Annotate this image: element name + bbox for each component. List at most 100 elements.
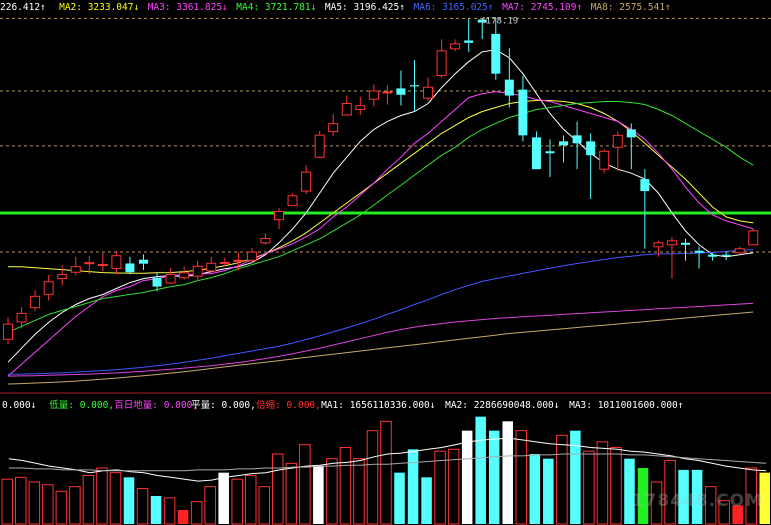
candle-body xyxy=(192,265,203,277)
volume-bar xyxy=(28,481,41,525)
volume-bar xyxy=(353,458,365,525)
candle-body xyxy=(518,89,528,136)
candle-body xyxy=(206,262,217,272)
volume-bar xyxy=(610,446,622,525)
candle-body xyxy=(734,248,745,254)
volume-bar xyxy=(299,444,311,525)
candle-body xyxy=(423,86,434,99)
volume-bar xyxy=(163,497,176,525)
candle-body xyxy=(233,259,244,262)
volume-bar xyxy=(109,472,122,525)
candle xyxy=(748,228,759,246)
volume-bar xyxy=(150,496,162,524)
legend-item-3: MA4: 3721.781↓ xyxy=(236,2,316,13)
volume-bar xyxy=(326,458,338,525)
candle-body xyxy=(125,263,135,273)
volume-bar xyxy=(231,478,243,525)
volume-bar xyxy=(421,477,432,524)
candle-body xyxy=(152,277,162,287)
volume-bar xyxy=(313,466,324,524)
candle-body xyxy=(274,211,284,221)
volume-bar xyxy=(407,449,419,524)
candle-body xyxy=(382,91,393,94)
legend-item-2: MA3: 3361.825↓ xyxy=(148,2,228,13)
volume-bar xyxy=(285,462,298,525)
legend-item-7: MA3: 1011001600.000↑ xyxy=(569,400,683,411)
candle-body xyxy=(450,43,461,50)
candle-body xyxy=(396,88,406,95)
legend-item-3: 平量: 0.000, xyxy=(191,400,256,411)
peak-label: 4178.19 xyxy=(480,16,518,26)
candle-body xyxy=(559,141,569,146)
legend-item-6: MA2: 2286690048.000↓ xyxy=(445,400,559,411)
candle-body xyxy=(464,40,474,43)
candle-body xyxy=(328,123,339,133)
volume-bar xyxy=(339,446,352,525)
volume-bar xyxy=(82,474,95,525)
candle-body xyxy=(572,135,582,144)
candle-body xyxy=(368,90,379,100)
candle-body xyxy=(341,103,352,116)
candle-body xyxy=(314,134,325,158)
volume-bar xyxy=(475,416,486,524)
legend-item-4: 倍缩: 0.000, xyxy=(256,399,321,411)
candle-body xyxy=(57,274,68,280)
candle-body xyxy=(666,240,677,246)
price-legend: 226.412↑ MA2: 3233.047↓ MA3: 3361.825↓ MA4:… xyxy=(0,2,671,13)
candle-body xyxy=(179,272,190,279)
volume-bar xyxy=(394,472,405,524)
candle-body xyxy=(246,251,257,261)
candle-body xyxy=(653,242,664,248)
legend-item-7: MA8: 2575.541↑ xyxy=(591,2,671,13)
candle-body xyxy=(599,150,610,170)
candle-body xyxy=(165,273,176,284)
legend-item-2: 百日地量: 0.000, xyxy=(114,399,198,411)
volume-bar xyxy=(529,454,541,524)
candle-body xyxy=(640,179,650,192)
candle-body xyxy=(681,242,690,245)
legend-item-4: MA5: 3196.425↑ xyxy=(325,2,405,13)
candle-body xyxy=(721,254,731,256)
volume-bar xyxy=(218,472,229,524)
volume-bar xyxy=(502,421,513,524)
candle-body xyxy=(70,266,81,273)
candle-body xyxy=(301,171,312,192)
candle-body xyxy=(84,262,95,265)
volume-bar xyxy=(272,453,284,525)
stock-chart: 226.412↑ MA2: 3233.047↓ MA3: 3361.825↓ MA4:… xyxy=(0,0,771,525)
candle-body xyxy=(287,195,298,207)
candle-body xyxy=(531,137,541,170)
volume-bar xyxy=(380,420,392,525)
volume-bar xyxy=(96,467,108,525)
candle-body xyxy=(260,237,271,244)
candle-body xyxy=(586,141,596,156)
candle-body xyxy=(612,134,623,148)
candle-body xyxy=(139,259,148,264)
candle-body xyxy=(545,151,555,154)
candle-body xyxy=(491,33,501,74)
volume-bar xyxy=(543,458,554,524)
volume-bar xyxy=(123,477,135,524)
legend-item-5: MA6: 3165.025↑ xyxy=(414,2,494,13)
volume-bar xyxy=(15,476,27,525)
candle-body xyxy=(694,250,704,253)
candle-body xyxy=(708,254,718,257)
volume-bar xyxy=(515,430,528,525)
candle-body xyxy=(97,263,108,266)
candle-body xyxy=(748,230,759,246)
legend-item-5: MA1: 1656110336.000↓ xyxy=(321,400,435,411)
candle-body xyxy=(16,312,27,323)
candle xyxy=(599,149,610,174)
candle-body xyxy=(3,323,13,340)
legend-item-1: 低量: 0.000, xyxy=(49,399,114,411)
volume-legend: 0.000↓ 低量: 0.000, 百日地量: 0.000,平量: 0.000, 倍缩… xyxy=(2,399,683,411)
volume-bar xyxy=(447,448,460,525)
volume-bar xyxy=(366,430,379,525)
candle-body xyxy=(355,105,366,110)
volume-bar xyxy=(136,488,149,525)
volume-bar xyxy=(556,434,568,525)
legend-item-6: MA7: 2745.109↑ xyxy=(502,2,582,13)
volume-bar xyxy=(583,450,595,525)
volume-bar xyxy=(42,484,54,525)
volume-bar xyxy=(434,450,446,525)
